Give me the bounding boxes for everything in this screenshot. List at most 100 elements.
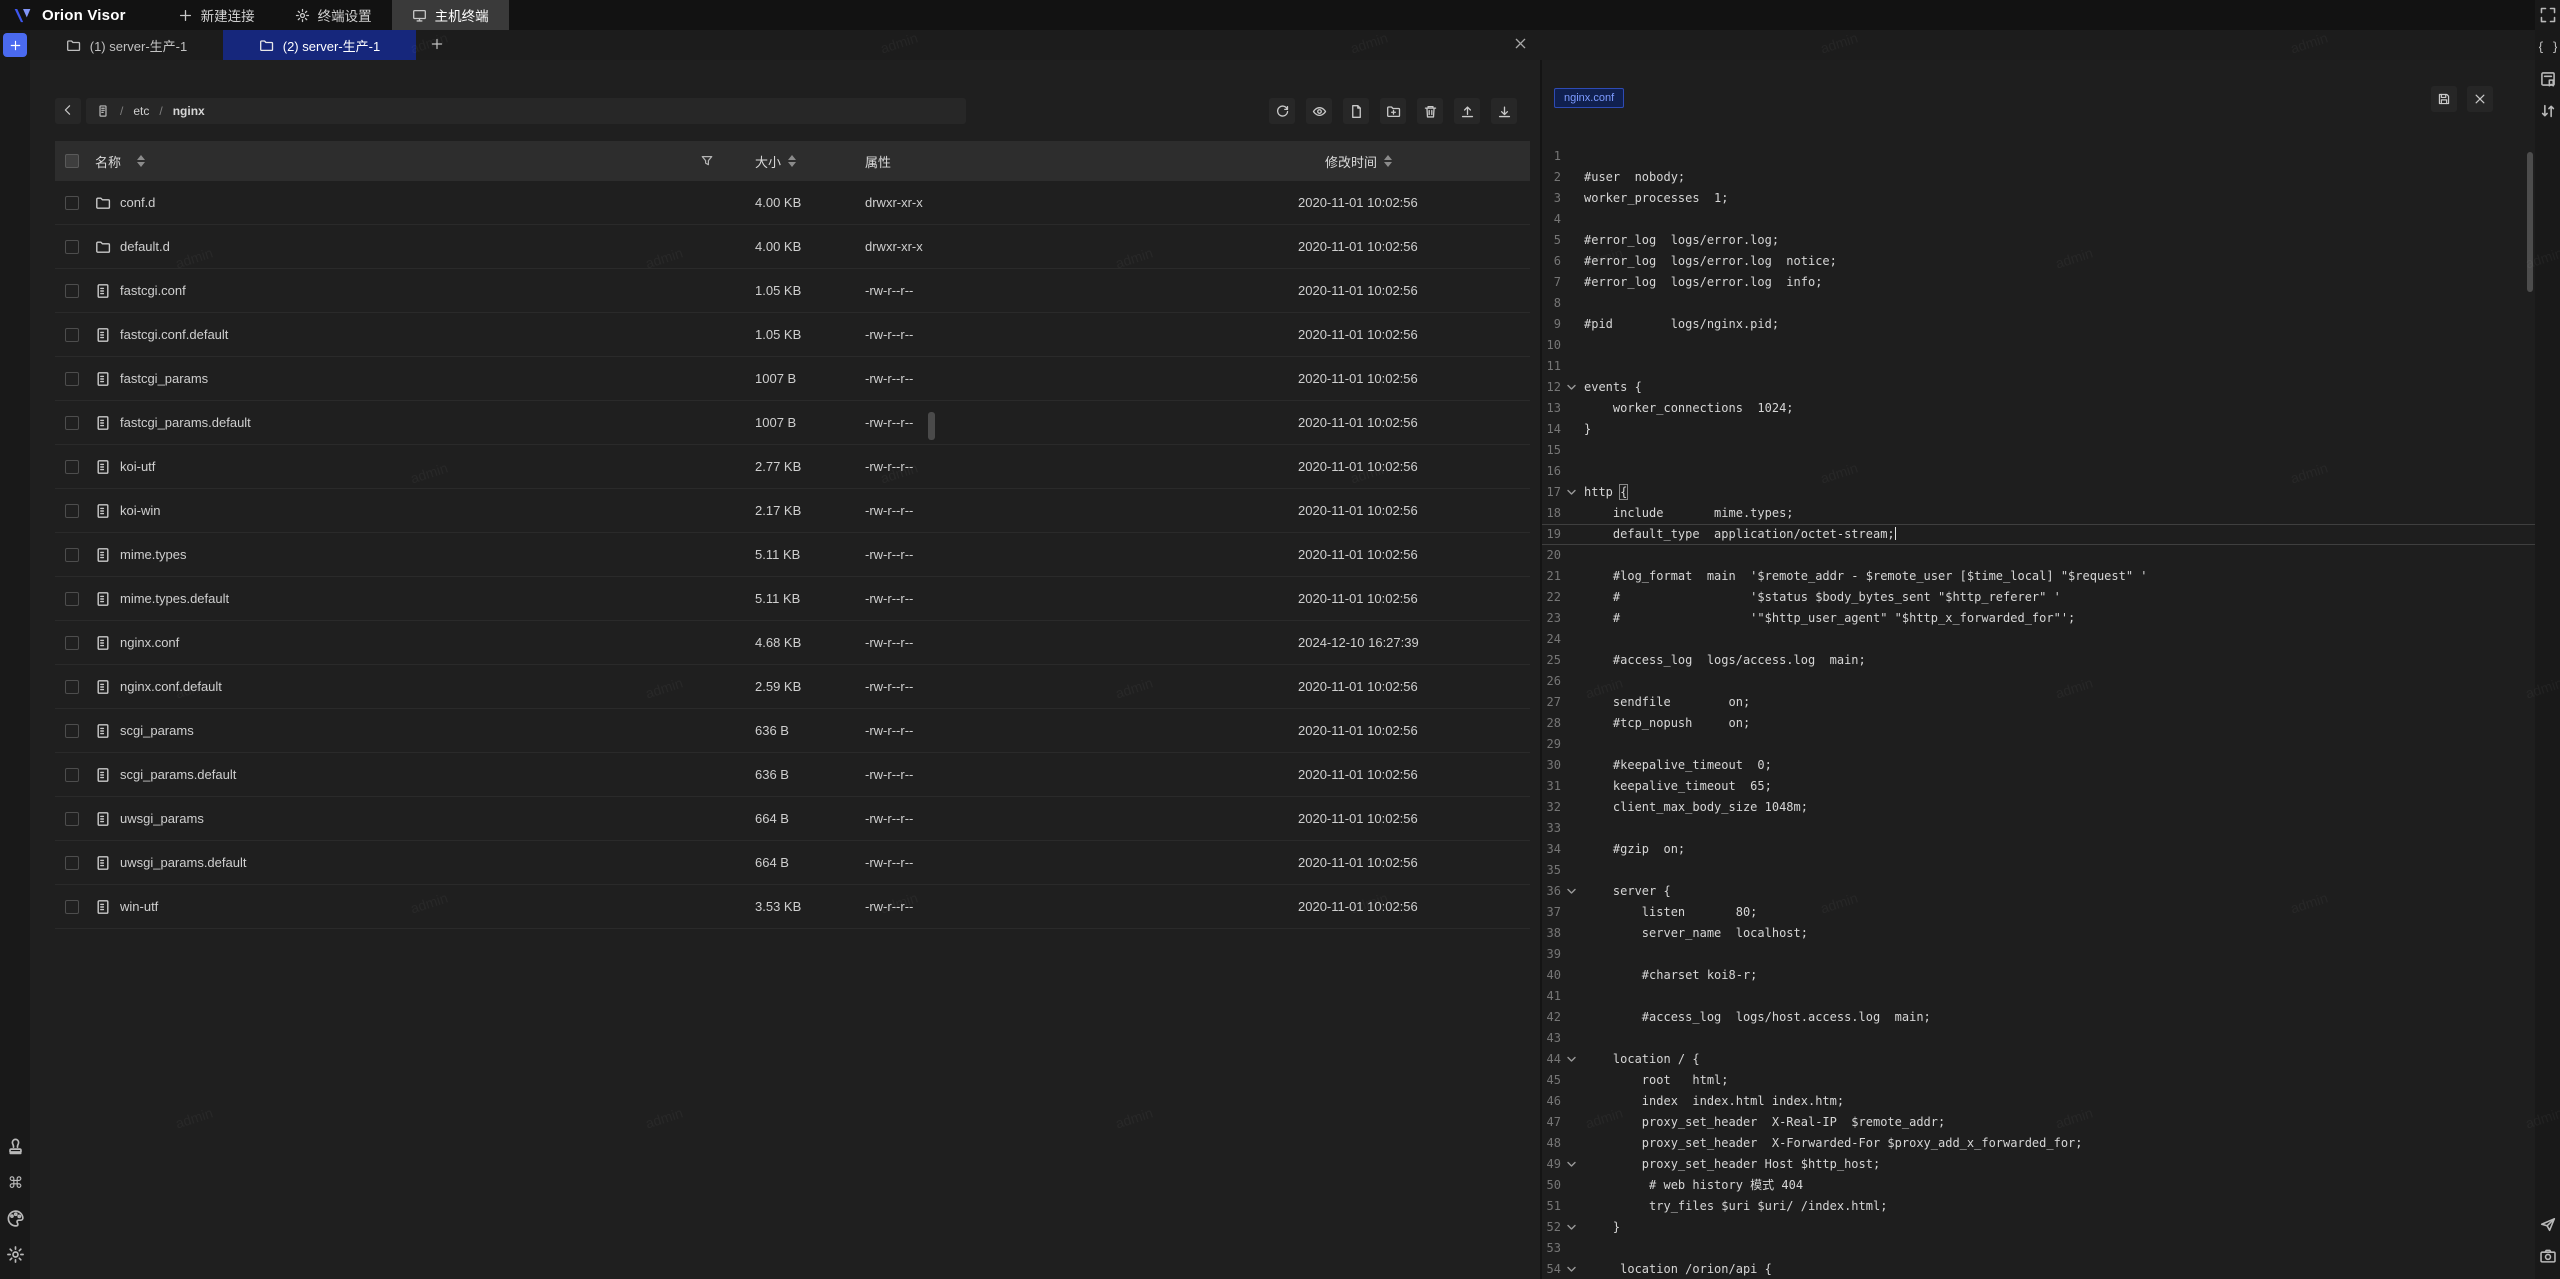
download-button[interactable] <box>1491 98 1517 124</box>
trash-button[interactable] <box>1417 98 1443 124</box>
table-row[interactable]: fastcgi_params1007 B-rw-r--r--2020-11-01… <box>55 357 1530 401</box>
brand: Orion Visor <box>0 0 126 30</box>
new-folder-button[interactable] <box>1380 98 1406 124</box>
file-icon <box>95 679 111 695</box>
table-row[interactable]: mime.types.default5.11 KB-rw-r--r--2020-… <box>55 577 1530 621</box>
code-text: location /orion/api { <box>1542 1259 2535 1279</box>
code-line: 2#user nobody; <box>1542 167 2535 188</box>
command-button[interactable]: ⌘ <box>5 1173 25 1193</box>
fold-chevron-down-icon[interactable] <box>1565 1261 1578 1278</box>
sort-mtime-icon[interactable] <box>1384 155 1392 167</box>
table-row[interactable]: uwsgi_params.default664 B-rw-r--r--2020-… <box>55 841 1530 885</box>
table-row[interactable]: win-utf3.53 KB-rw-r--r--2020-11-01 10:02… <box>55 885 1530 929</box>
row-checkbox[interactable] <box>65 240 79 254</box>
gear-button[interactable] <box>5 1245 25 1265</box>
row-checkbox[interactable] <box>65 724 79 738</box>
fold-chevron-down-icon[interactable] <box>1565 1156 1578 1173</box>
fold-chevron-down-icon[interactable] <box>1565 484 1578 501</box>
fold-chevron-down-icon[interactable] <box>1565 1219 1578 1236</box>
fullscreen-button[interactable] <box>2538 6 2558 26</box>
cell-name: uwsgi_params.default <box>120 855 246 870</box>
row-checkbox[interactable] <box>65 416 79 430</box>
table-row[interactable]: nginx.conf.default2.59 KB-rw-r--r--2020-… <box>55 665 1530 709</box>
table-row[interactable]: conf.d4.00 KBdrwxr-xr-x2020-11-01 10:02:… <box>55 181 1530 225</box>
row-checkbox[interactable] <box>65 768 79 782</box>
stamp-button[interactable] <box>5 1137 25 1157</box>
palette-button[interactable] <box>5 1209 25 1229</box>
menu-item-host-terminal[interactable]: 主机终端 <box>392 0 509 30</box>
row-checkbox[interactable] <box>65 460 79 474</box>
menu-item-new-connection[interactable]: 新建连接 <box>158 0 275 30</box>
table-row[interactable]: scgi_params.default636 B-rw-r--r--2020-1… <box>55 753 1530 797</box>
fold-chevron-down-icon[interactable] <box>1565 883 1578 900</box>
breadcrumb-segment-nginx[interactable]: nginx <box>173 104 205 118</box>
code-editor[interactable]: 12#user nobody;3worker_processes 1;45#er… <box>1542 146 2535 1279</box>
fold-chevron-down-icon[interactable] <box>1565 379 1578 396</box>
eye-button[interactable] <box>1306 98 1332 124</box>
breadcrumb-segment-etc[interactable]: etc <box>133 104 149 118</box>
close-panel-button[interactable] <box>1510 35 1530 55</box>
new-file-button[interactable] <box>1343 98 1369 124</box>
cell-size: 664 B <box>755 797 789 840</box>
tab-2[interactable]: (2) server-生产-1 <box>223 30 416 60</box>
braces-button[interactable]: { } <box>2538 38 2558 58</box>
code-text: root html; <box>1542 1070 2535 1091</box>
save-button[interactable] <box>2431 86 2457 112</box>
camera-button[interactable] <box>2538 1247 2558 1267</box>
doc-bookmark-button[interactable] <box>2538 70 2558 90</box>
table-row[interactable]: koi-win2.17 KB-rw-r--r--2020-11-01 10:02… <box>55 489 1530 533</box>
table-row[interactable]: uwsgi_params664 B-rw-r--r--2020-11-01 10… <box>55 797 1530 841</box>
line-number: 7 <box>1542 272 1561 293</box>
close-editor-button[interactable] <box>2467 86 2493 112</box>
row-checkbox[interactable] <box>65 812 79 826</box>
row-checkbox[interactable] <box>65 680 79 694</box>
row-checkbox[interactable] <box>65 328 79 342</box>
table-row[interactable]: default.d4.00 KBdrwxr-xr-x2020-11-01 10:… <box>55 225 1530 269</box>
fold-chevron-down-icon[interactable] <box>1565 1051 1578 1068</box>
folder-icon <box>95 239 111 255</box>
sort-size-icon[interactable] <box>788 155 796 167</box>
row-checkbox[interactable] <box>65 592 79 606</box>
row-checkbox[interactable] <box>65 196 79 210</box>
sort-name-icon[interactable] <box>137 155 145 167</box>
table-row[interactable]: koi-utf2.77 KB-rw-r--r--2020-11-01 10:02… <box>55 445 1530 489</box>
row-checkbox[interactable] <box>65 548 79 562</box>
upload-button[interactable] <box>1454 98 1480 124</box>
send-button[interactable] <box>2538 1215 2558 1235</box>
code-line: 45 root html; <box>1542 1070 2535 1091</box>
add-tab-button[interactable] <box>416 30 458 60</box>
refresh-button[interactable] <box>1269 98 1295 124</box>
select-all-checkbox[interactable] <box>65 154 79 168</box>
code-line: 33 <box>1542 818 2535 839</box>
editor-scrollbar[interactable] <box>2527 152 2533 292</box>
back-button[interactable] <box>55 98 81 124</box>
fullscreen-icon <box>2539 6 2557 24</box>
table-row[interactable]: scgi_params636 B-rw-r--r--2020-11-01 10:… <box>55 709 1530 753</box>
cell-mtime: 2020-11-01 10:02:56 <box>1298 577 1418 620</box>
row-checkbox[interactable] <box>65 372 79 386</box>
filter-icon[interactable] <box>700 154 714 168</box>
row-checkbox[interactable] <box>65 900 79 914</box>
new-connection-button[interactable] <box>3 33 27 57</box>
line-number: 47 <box>1542 1112 1561 1133</box>
row-checkbox[interactable] <box>65 856 79 870</box>
table-row[interactable]: fastcgi.conf.default1.05 KB-rw-r--r--202… <box>55 313 1530 357</box>
swap-button[interactable] <box>2538 102 2558 122</box>
row-checkbox[interactable] <box>65 504 79 518</box>
tab-1[interactable]: (1) server-生产-1 <box>30 30 223 60</box>
menu-item-terminal-settings[interactable]: 终端设置 <box>275 0 392 30</box>
table-row[interactable]: mime.types5.11 KB-rw-r--r--2020-11-01 10… <box>55 533 1530 577</box>
code-line: 20 <box>1542 545 2535 566</box>
code-line: 47 proxy_set_header X-Real-IP $remote_ad… <box>1542 1112 2535 1133</box>
table-row[interactable]: fastcgi.conf1.05 KB-rw-r--r--2020-11-01 … <box>55 269 1530 313</box>
open-file-tag[interactable]: nginx.conf <box>1554 88 1624 108</box>
splitter-handle[interactable] <box>928 412 935 440</box>
table-row[interactable]: fastcgi_params.default1007 B-rw-r--r--20… <box>55 401 1530 445</box>
file-manager-panel: / etc / nginx 名称 大小 属性 修改时间 <box>30 60 1540 1279</box>
row-checkbox[interactable] <box>65 636 79 650</box>
row-checkbox[interactable] <box>65 284 79 298</box>
table-row[interactable]: nginx.conf4.68 KB-rw-r--r--2024-12-10 16… <box>55 621 1530 665</box>
breadcrumb[interactable]: / etc / nginx <box>86 98 966 124</box>
code-text: # '"$http_user_agent" "$http_x_forwarded… <box>1542 608 2535 629</box>
code-line: 10 <box>1542 335 2535 356</box>
